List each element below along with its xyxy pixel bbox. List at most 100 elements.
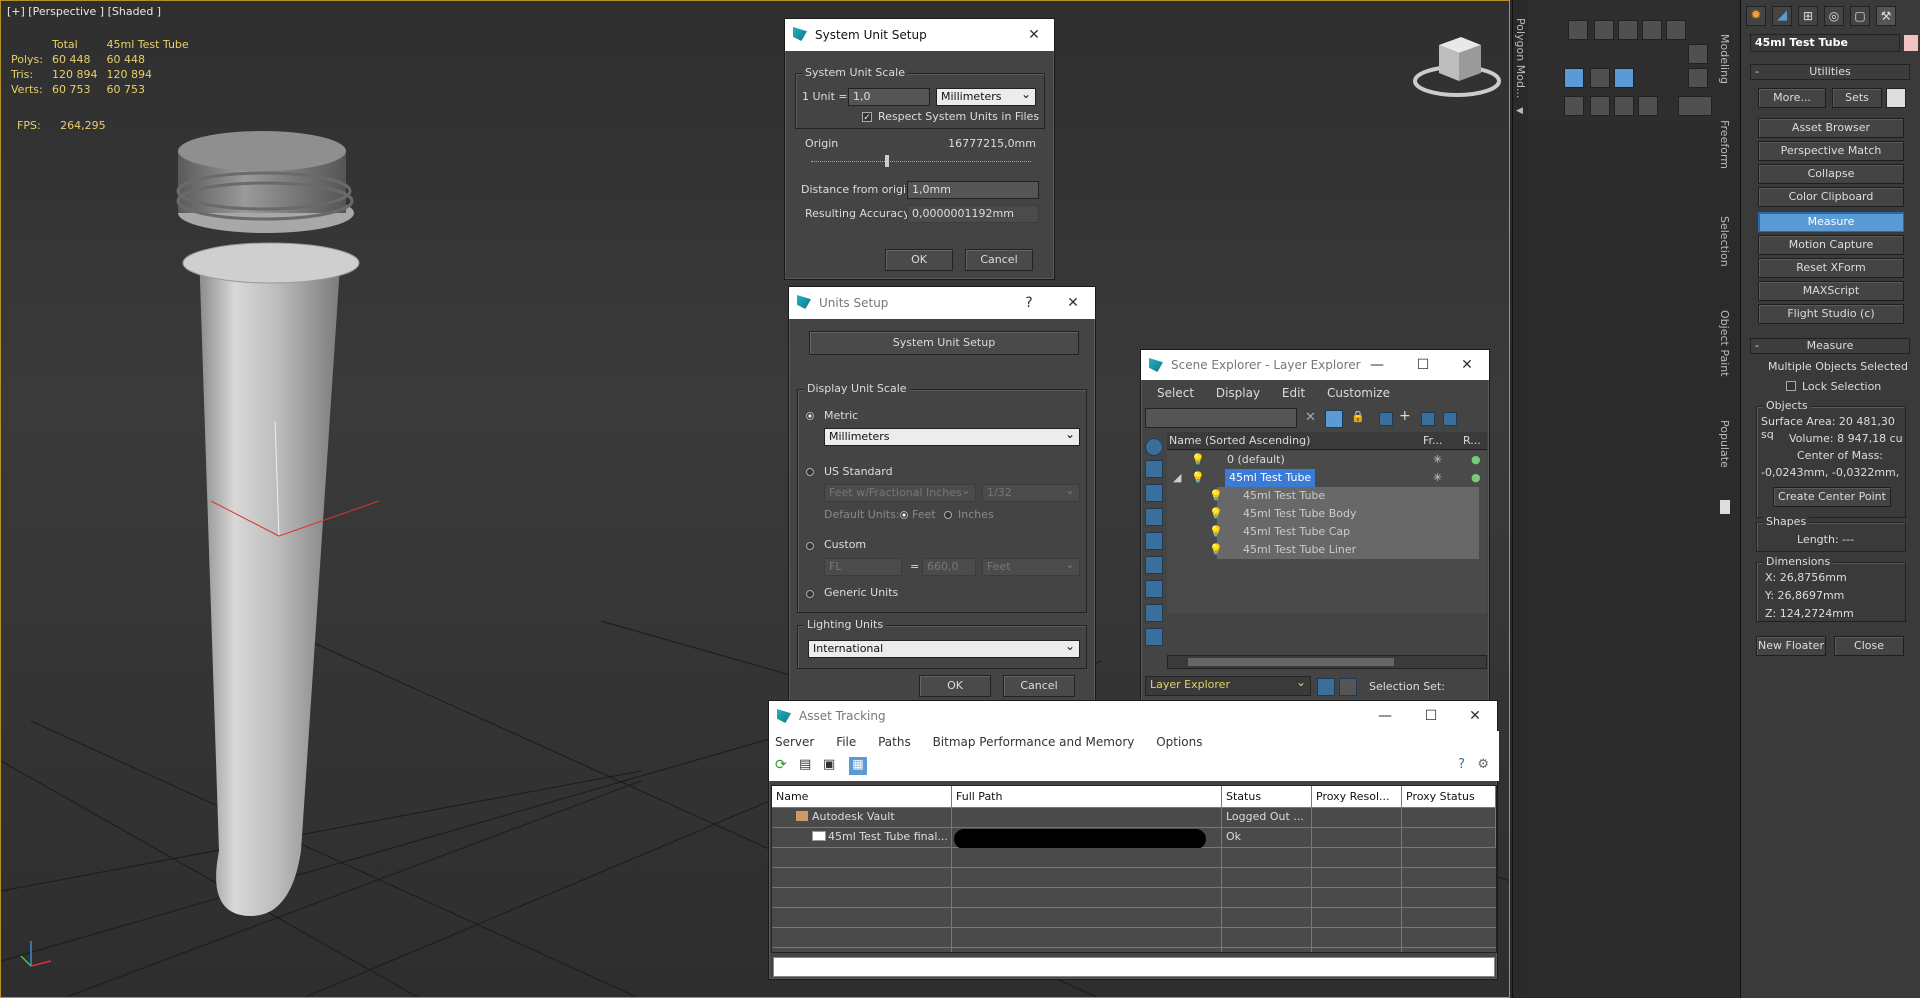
lock-selection-checkbox[interactable] bbox=[1786, 381, 1796, 391]
inches-radio[interactable] bbox=[944, 511, 952, 519]
bulb-icon[interactable]: 💡 bbox=[1209, 541, 1223, 559]
list-view-icon[interactable]: ▤ bbox=[799, 757, 811, 772]
menu-file[interactable]: File bbox=[836, 735, 856, 749]
tool-icon[interactable] bbox=[1642, 20, 1662, 40]
tool-icon[interactable] bbox=[1614, 96, 1634, 116]
ok-button[interactable]: OK bbox=[919, 675, 991, 697]
bulb-icon[interactable]: 💡 bbox=[1191, 469, 1205, 487]
motion-tab-icon[interactable]: ◎ bbox=[1824, 6, 1844, 26]
render-icon[interactable]: ● bbox=[1471, 451, 1481, 469]
scrollbar-thumb[interactable] bbox=[1188, 658, 1394, 666]
cancel-button[interactable]: Cancel bbox=[1003, 675, 1075, 697]
layers-icon[interactable] bbox=[1317, 678, 1335, 696]
display-lights-icon[interactable] bbox=[1145, 508, 1163, 526]
close-icon[interactable]: ✕ bbox=[1447, 350, 1487, 380]
menu-customize[interactable]: Customize bbox=[1327, 386, 1390, 400]
menu-display[interactable]: Display bbox=[1216, 386, 1260, 400]
fraction-dropdown[interactable]: 1/32 bbox=[982, 483, 1080, 502]
layer-add-icon[interactable] bbox=[1379, 412, 1393, 426]
tree-row[interactable]: 💡 45ml Test Tube Cap bbox=[1209, 523, 1479, 541]
sets-button[interactable]: Sets bbox=[1832, 88, 1882, 108]
menu-select[interactable]: Select bbox=[1157, 386, 1194, 400]
tree-row[interactable]: 💡 45ml Test Tube Body bbox=[1209, 505, 1479, 523]
close-icon[interactable]: ✕ bbox=[1455, 701, 1495, 731]
tree-row[interactable]: 💡 0 (default) ✳ ● bbox=[1167, 451, 1487, 469]
explorer-select-dropdown[interactable]: Layer Explorer bbox=[1145, 675, 1311, 696]
column-header[interactable]: Status bbox=[1222, 786, 1312, 808]
reset-xform-button[interactable]: Reset XForm bbox=[1758, 258, 1904, 278]
us-standard-dropdown[interactable]: Feet w/Fractional Inches bbox=[824, 483, 976, 502]
asset-path-cell[interactable] bbox=[952, 808, 1222, 828]
bulb-icon[interactable]: 💡 bbox=[1209, 505, 1223, 523]
minimize-icon[interactable]: — bbox=[1365, 701, 1405, 731]
menu-server[interactable]: Server bbox=[775, 735, 814, 749]
tab-selection[interactable]: Selection bbox=[1718, 216, 1731, 267]
maximize-icon[interactable]: ☐ bbox=[1403, 350, 1443, 380]
close-icon[interactable]: ✕ bbox=[1053, 287, 1093, 319]
expand-icon[interactable]: ◢ bbox=[1173, 469, 1181, 487]
maximize-icon[interactable]: ☐ bbox=[1411, 701, 1451, 731]
utilities-rollout-header[interactable]: - Utilities bbox=[1750, 64, 1910, 80]
tab-polygon-modeling[interactable]: Polygon Mod... bbox=[1514, 18, 1527, 98]
edge-mode-icon[interactable] bbox=[1590, 68, 1610, 88]
asset-status-cell[interactable]: Logged Out ... bbox=[1222, 808, 1312, 828]
tool-icon[interactable] bbox=[1568, 20, 1588, 40]
menu-paths[interactable]: Paths bbox=[878, 735, 911, 749]
display-cameras-icon[interactable] bbox=[1145, 532, 1163, 550]
metric-radio[interactable] bbox=[806, 412, 814, 420]
cancel-button[interactable]: Cancel bbox=[965, 249, 1033, 271]
respect-units-checkbox[interactable]: ✓ bbox=[862, 112, 872, 123]
tool-icon[interactable] bbox=[1688, 68, 1708, 88]
object-name-field[interactable]: 45ml Test Tube bbox=[1750, 34, 1900, 52]
system-unit-setup-titlebar[interactable]: System Unit Setup ✕ bbox=[785, 19, 1054, 51]
create-center-point-button[interactable]: Create Center Point bbox=[1773, 487, 1891, 507]
tool-icon[interactable] bbox=[1594, 20, 1614, 40]
scene-search-input[interactable] bbox=[1145, 408, 1297, 428]
column-header[interactable]: Proxy Resol... bbox=[1312, 786, 1402, 808]
asset-name-cell[interactable]: 45ml Test Tube final... bbox=[772, 828, 952, 848]
measure-button[interactable]: Measure bbox=[1758, 212, 1904, 232]
display-helpers-icon[interactable] bbox=[1145, 556, 1163, 574]
create-tab-icon[interactable]: ✹ bbox=[1746, 6, 1766, 26]
hierarchy-tab-icon[interactable]: ⊞ bbox=[1798, 6, 1818, 26]
custom-value-input[interactable]: 660,0 bbox=[922, 558, 976, 576]
custom-radio[interactable] bbox=[806, 542, 814, 550]
column-header[interactable]: Full Path bbox=[952, 786, 1222, 808]
border-mode-icon[interactable] bbox=[1614, 68, 1634, 88]
generic-units-radio[interactable] bbox=[806, 590, 814, 598]
unit-value-input[interactable]: 1,0 bbox=[848, 88, 930, 106]
hierarchy-icon[interactable] bbox=[1339, 678, 1357, 696]
ok-button[interactable]: OK bbox=[885, 249, 953, 271]
move-to-layer-icon[interactable] bbox=[1421, 412, 1435, 426]
tree-row[interactable]: ◢ 💡 45ml Test Tube ✳ ● bbox=[1167, 469, 1487, 487]
viewport-label[interactable]: [+] [Perspective ] [Shaded ] bbox=[7, 5, 161, 18]
refresh-icon[interactable]: ⟳ bbox=[775, 757, 787, 773]
display-shapes-icon[interactable] bbox=[1145, 484, 1163, 502]
more-button[interactable]: More... bbox=[1758, 88, 1826, 108]
ribbon-toggle-icon[interactable] bbox=[1720, 500, 1730, 514]
feet-radio[interactable] bbox=[900, 511, 908, 519]
motion-capture-button[interactable]: Motion Capture bbox=[1758, 235, 1904, 255]
tab-freeform[interactable]: Freeform bbox=[1718, 120, 1731, 169]
custom-name-input[interactable]: FL bbox=[824, 558, 902, 576]
bulb-icon[interactable]: 💡 bbox=[1191, 451, 1205, 469]
scene-explorer-titlebar[interactable]: Scene Explorer - Layer Explorer — ☐ ✕ bbox=[1141, 350, 1489, 380]
display-groups-icon[interactable] bbox=[1145, 604, 1163, 622]
configure-sets-icon[interactable] bbox=[1886, 88, 1906, 108]
asset-status-cell[interactable]: Ok bbox=[1222, 828, 1312, 848]
maxscript-button[interactable]: MAXScript bbox=[1758, 281, 1904, 301]
origin-slider[interactable] bbox=[811, 161, 1031, 163]
unit-type-dropdown[interactable]: Millimeters bbox=[936, 87, 1036, 106]
minimize-icon[interactable]: — bbox=[1357, 350, 1397, 380]
modify-tab-icon[interactable]: ◢ bbox=[1772, 6, 1792, 26]
tab-modeling[interactable]: Modeling bbox=[1718, 34, 1731, 84]
tree-row[interactable]: 💡 45ml Test Tube bbox=[1209, 487, 1479, 505]
tool-icon[interactable] bbox=[1564, 96, 1584, 116]
tool-icon[interactable] bbox=[1618, 20, 1638, 40]
units-setup-titlebar[interactable]: Units Setup ? ✕ bbox=[789, 287, 1095, 319]
bulb-icon[interactable]: 💡 bbox=[1209, 523, 1223, 541]
settings-icon[interactable]: ⚙ bbox=[1477, 757, 1489, 772]
select-layer-icon[interactable] bbox=[1443, 412, 1457, 426]
render-icon[interactable]: ● bbox=[1471, 469, 1481, 487]
custom-unit-dropdown[interactable]: Feet bbox=[982, 557, 1080, 576]
